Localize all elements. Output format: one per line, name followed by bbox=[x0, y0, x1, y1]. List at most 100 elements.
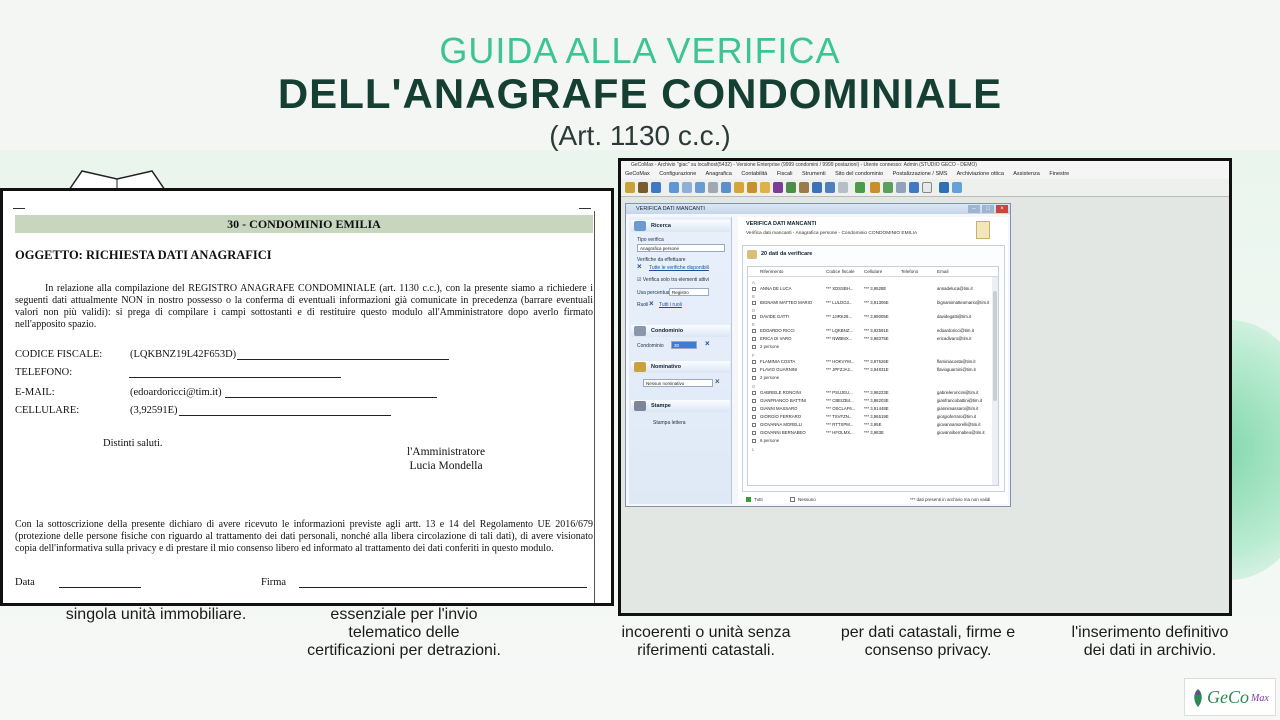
stampa-lettera-button[interactable]: Stampa lettera bbox=[653, 420, 686, 426]
menu-strumenti[interactable]: Strumenti bbox=[802, 171, 826, 177]
minimize-button[interactable]: – bbox=[968, 205, 980, 213]
toolbar-icon[interactable] bbox=[760, 182, 770, 193]
grid-header: Riferimento Codice fiscale Cellulare Tel… bbox=[748, 267, 998, 277]
toolbar-icon[interactable] bbox=[625, 182, 635, 193]
row-checkbox[interactable] bbox=[752, 423, 756, 427]
select-all-button[interactable]: Tutti bbox=[754, 496, 763, 504]
toolbar-icon[interactable] bbox=[896, 182, 906, 193]
section-nominativo[interactable]: Nominativo bbox=[631, 361, 730, 373]
row-checkbox[interactable] bbox=[752, 329, 756, 333]
page-title-line3: (Art. 1130 c.c.) bbox=[549, 120, 731, 151]
menu-assistenza[interactable]: Assistenza bbox=[1013, 171, 1040, 177]
menu-contabilita[interactable]: Contabilità bbox=[741, 171, 767, 177]
table-row[interactable]: GIANNI MASSARO *** OSCLAF6... *** 3,91448E… bbox=[748, 405, 998, 413]
cell-cellulare: *** 3,983E bbox=[864, 430, 884, 435]
table-row[interactable]: GIANFRANCO BATTINI *** CBEIZB4... *** 3,98… bbox=[748, 397, 998, 405]
row-checkbox[interactable] bbox=[752, 337, 756, 341]
table-row[interactable]: GABRIELE RONCINI *** PSUJEU... *** 3,98223… bbox=[748, 389, 998, 397]
scroll-thumb[interactable] bbox=[993, 291, 997, 401]
condominio-input[interactable]: 30 bbox=[671, 341, 697, 349]
toolbar-icon[interactable] bbox=[855, 182, 865, 193]
section-stampe[interactable]: Stampe bbox=[631, 400, 730, 412]
col-codice-fiscale[interactable]: Codice fiscale bbox=[826, 269, 855, 274]
toolbar-icon[interactable] bbox=[812, 182, 822, 193]
menu-configurazione[interactable]: Configurazione bbox=[659, 171, 696, 177]
toolbar-icon[interactable] bbox=[734, 182, 744, 193]
menu-sito-condominio[interactable]: Sito del condominio bbox=[835, 171, 883, 177]
toolbar-icon[interactable] bbox=[870, 182, 880, 193]
close-button[interactable]: × bbox=[996, 205, 1008, 213]
section-ricerca[interactable]: Ricerca bbox=[631, 220, 730, 232]
menu-fiscali[interactable]: Fiscali bbox=[777, 171, 793, 177]
select-none-button[interactable]: Nessuno bbox=[798, 496, 816, 504]
row-checkbox[interactable] bbox=[752, 431, 756, 435]
toolbar-icon[interactable] bbox=[682, 182, 692, 193]
toolbar-icon[interactable] bbox=[883, 182, 893, 193]
row-checkbox[interactable] bbox=[752, 439, 756, 443]
tutti-ruoli-link[interactable]: Tutti i ruoli bbox=[659, 302, 682, 308]
search-icon bbox=[634, 221, 646, 231]
toolbar-icon[interactable] bbox=[638, 182, 648, 193]
table-row[interactable]: GIORGIO FERRARO *** TSVFZN... *** 3,96519E… bbox=[748, 413, 998, 421]
grid-scrollbar[interactable] bbox=[992, 277, 998, 485]
clear-icon[interactable]: × bbox=[649, 299, 654, 308]
col-telefono[interactable]: Telefono bbox=[901, 269, 918, 274]
col-riferimento[interactable]: Riferimento bbox=[760, 269, 784, 274]
table-row[interactable]: GIOVANNA MORELLI *** RTTXPM... *** 3,95E gi… bbox=[748, 421, 998, 429]
toolbar-icon[interactable] bbox=[799, 182, 809, 193]
row-checkbox[interactable] bbox=[752, 315, 756, 319]
toolbar-icon[interactable] bbox=[708, 182, 718, 193]
row-checkbox[interactable] bbox=[752, 360, 756, 364]
toolbar-icon[interactable] bbox=[773, 182, 783, 193]
nominativo-input[interactable]: Nessun nominativo bbox=[643, 379, 713, 387]
clear-icon[interactable]: × bbox=[715, 377, 720, 386]
toolbar-icon[interactable] bbox=[669, 182, 679, 193]
table-row[interactable]: EDOARDO RICCI *** LQKBNZ... *** 3,92591E ed… bbox=[748, 327, 998, 335]
toolbar-icon[interactable] bbox=[695, 182, 705, 193]
table-row[interactable]: ERICA DI VARO *** NWBMX... *** 3,98375E eri… bbox=[748, 335, 998, 343]
menu-anagrafica[interactable]: Anagrafica bbox=[706, 171, 732, 177]
row-checkbox[interactable] bbox=[752, 407, 756, 411]
clear-icon[interactable]: × bbox=[705, 339, 710, 348]
menu-finestre[interactable]: Finestre bbox=[1049, 171, 1069, 177]
percentuali-select[interactable]: Registro bbox=[669, 288, 709, 296]
row-checkbox[interactable] bbox=[752, 287, 756, 291]
row-checkbox[interactable] bbox=[752, 345, 756, 349]
row-checkbox[interactable] bbox=[752, 391, 756, 395]
menu-gecomax[interactable]: GeCoMax bbox=[625, 171, 650, 177]
table-row[interactable]: FLAMINIA COSTA *** HOKVYM... *** 3,97526E f… bbox=[748, 358, 998, 366]
toolbar-icon[interactable] bbox=[786, 182, 796, 193]
row-checkbox[interactable] bbox=[752, 376, 756, 380]
calendar-icon[interactable] bbox=[922, 182, 932, 193]
group-letter: L bbox=[752, 447, 755, 452]
section-condominio[interactable]: Condominio bbox=[631, 325, 730, 337]
row-checkbox[interactable] bbox=[752, 415, 756, 419]
table-row[interactable]: DAVIDE GATTI *** JJIRK28... *** 3,99005E da… bbox=[748, 313, 998, 321]
menu-archiviazione[interactable]: Archiviazione ottica bbox=[957, 171, 1004, 177]
toolbar-icon[interactable] bbox=[747, 182, 757, 193]
maximize-button[interactable]: □ bbox=[982, 205, 994, 213]
row-checkbox[interactable] bbox=[752, 368, 756, 372]
col-cellulare[interactable]: Cellulare bbox=[864, 269, 882, 274]
col-email[interactable]: Email bbox=[937, 269, 949, 274]
tipo-verifica-select[interactable]: Anagrafica persone bbox=[637, 244, 725, 252]
menu-postalizzazione[interactable]: Postalizzazione / SMS bbox=[893, 171, 948, 177]
clear-icon[interactable]: × bbox=[637, 262, 642, 271]
table-row[interactable]: BIGNAMI MATTEO MARIO *** LULDG3... *** 3,9… bbox=[748, 299, 998, 307]
table-row[interactable]: ANNA DE LUCA *** XDSSBH... *** 3,9528E anna… bbox=[748, 285, 998, 293]
toolbar-icon[interactable] bbox=[651, 182, 661, 193]
table-row[interactable]: GIOVANNI BERNABEO *** HFOLMX... *** 3,983E… bbox=[748, 429, 998, 437]
tutte-verifiche-link[interactable]: Tutte le verifiche disponibili bbox=[649, 265, 709, 271]
row-checkbox[interactable] bbox=[752, 399, 756, 403]
toolbar-icon[interactable] bbox=[909, 182, 919, 193]
row-checkbox[interactable] bbox=[752, 301, 756, 305]
toolbar-icon[interactable] bbox=[838, 182, 848, 193]
toolbar-icon[interactable] bbox=[939, 182, 949, 193]
table-row[interactable]: FLAVIO GUARNINI *** JPFZJA2... *** 3,94831… bbox=[748, 366, 998, 374]
toolbar-icon[interactable] bbox=[721, 182, 731, 193]
toolbar-icon[interactable] bbox=[952, 182, 962, 193]
toolbar-icon[interactable] bbox=[825, 182, 835, 193]
uncheck-icon[interactable] bbox=[790, 497, 795, 502]
solo-attivi-checkbox[interactable]: ☑ Verifica solo tra elementi attivi bbox=[637, 277, 709, 283]
check-all-icon[interactable] bbox=[746, 497, 751, 502]
